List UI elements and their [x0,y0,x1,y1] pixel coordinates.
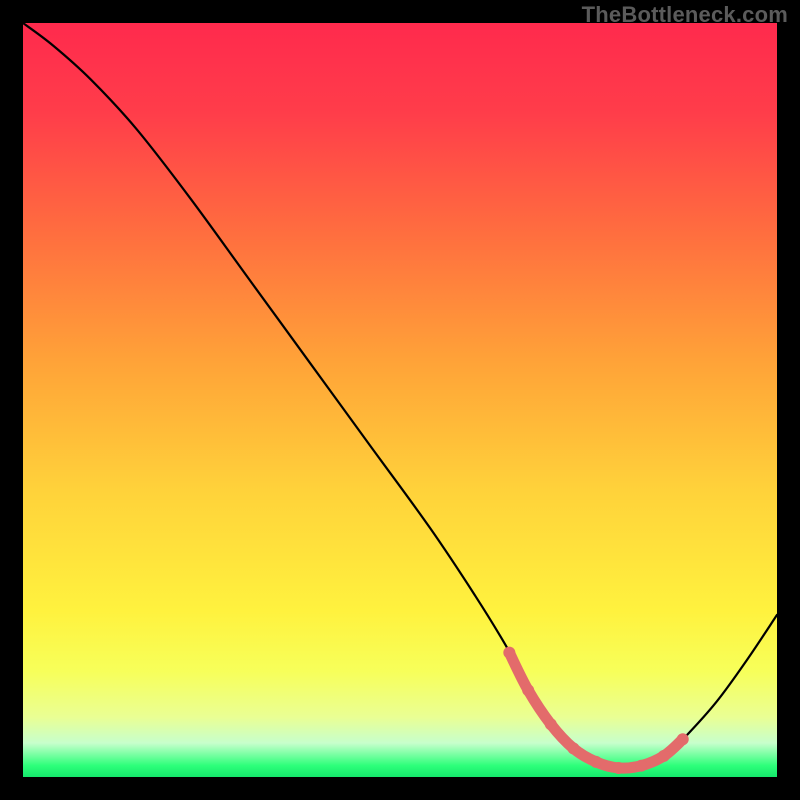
valley-marker-dot [590,756,602,768]
chart-svg [23,23,777,777]
valley-marker-dot [567,742,579,754]
valley-marker-dot [635,760,647,772]
valley-marker-dot [503,647,515,659]
chart-frame: TheBottleneck.com [0,0,800,800]
valley-marker-dot [658,750,670,762]
valley-marker-dot [522,684,534,696]
valley-marker-dot [677,733,689,745]
chart-plot-area [23,23,777,777]
valley-marker-dot [613,762,625,774]
valley-marker-dot [545,718,557,730]
chart-background-gradient [23,23,777,777]
